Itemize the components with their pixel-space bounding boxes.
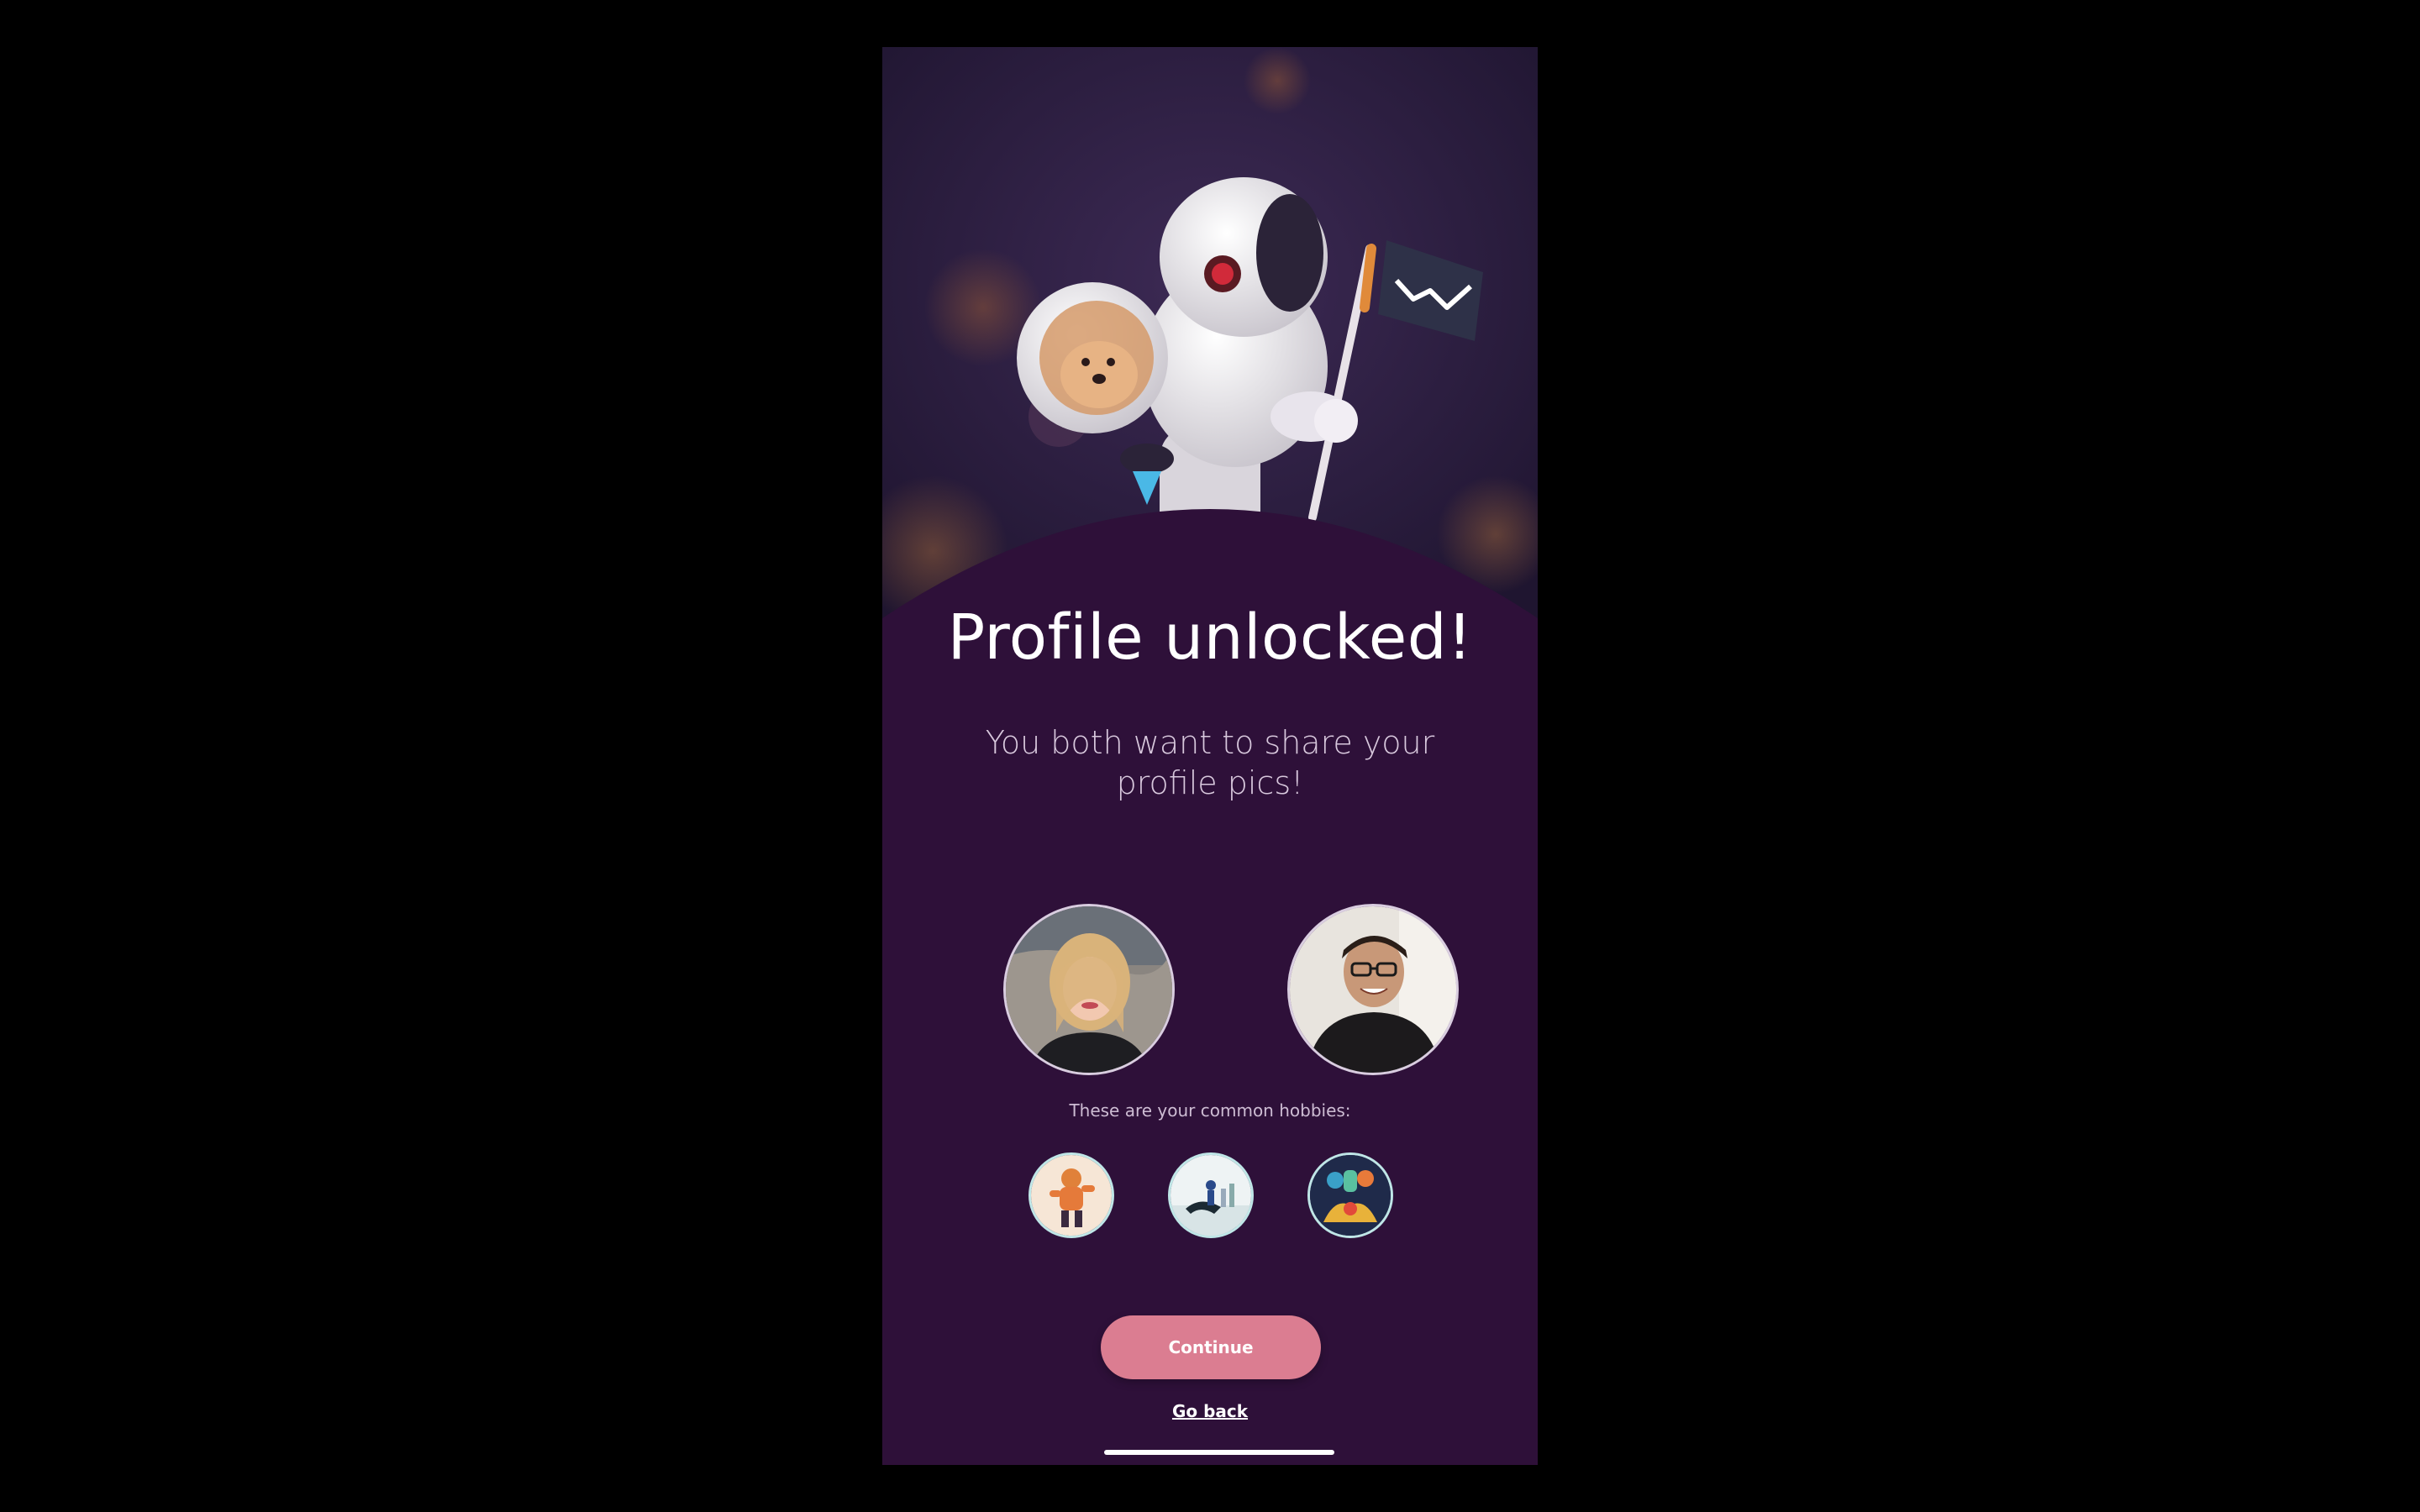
page-title: Profile unlocked! [947,601,1473,674]
page-subtitle: You both want to share your profile pics… [985,724,1435,801]
hobby-icon [1307,1152,1393,1238]
home-indicator [1104,1450,1334,1455]
go-back-link[interactable]: Go back [882,1401,1538,1421]
hero-illustration [882,47,1538,635]
app-screen: Profile unlocked! You both want to share… [882,47,1538,1465]
common-hobbies-label: These are your common hobbies: [1069,1100,1351,1121]
continue-button[interactable]: Continue [1101,1315,1321,1379]
hobby-icon [1028,1152,1114,1238]
hobby-icon [1168,1152,1254,1238]
avatar [1003,904,1175,1075]
avatar [1287,904,1459,1075]
